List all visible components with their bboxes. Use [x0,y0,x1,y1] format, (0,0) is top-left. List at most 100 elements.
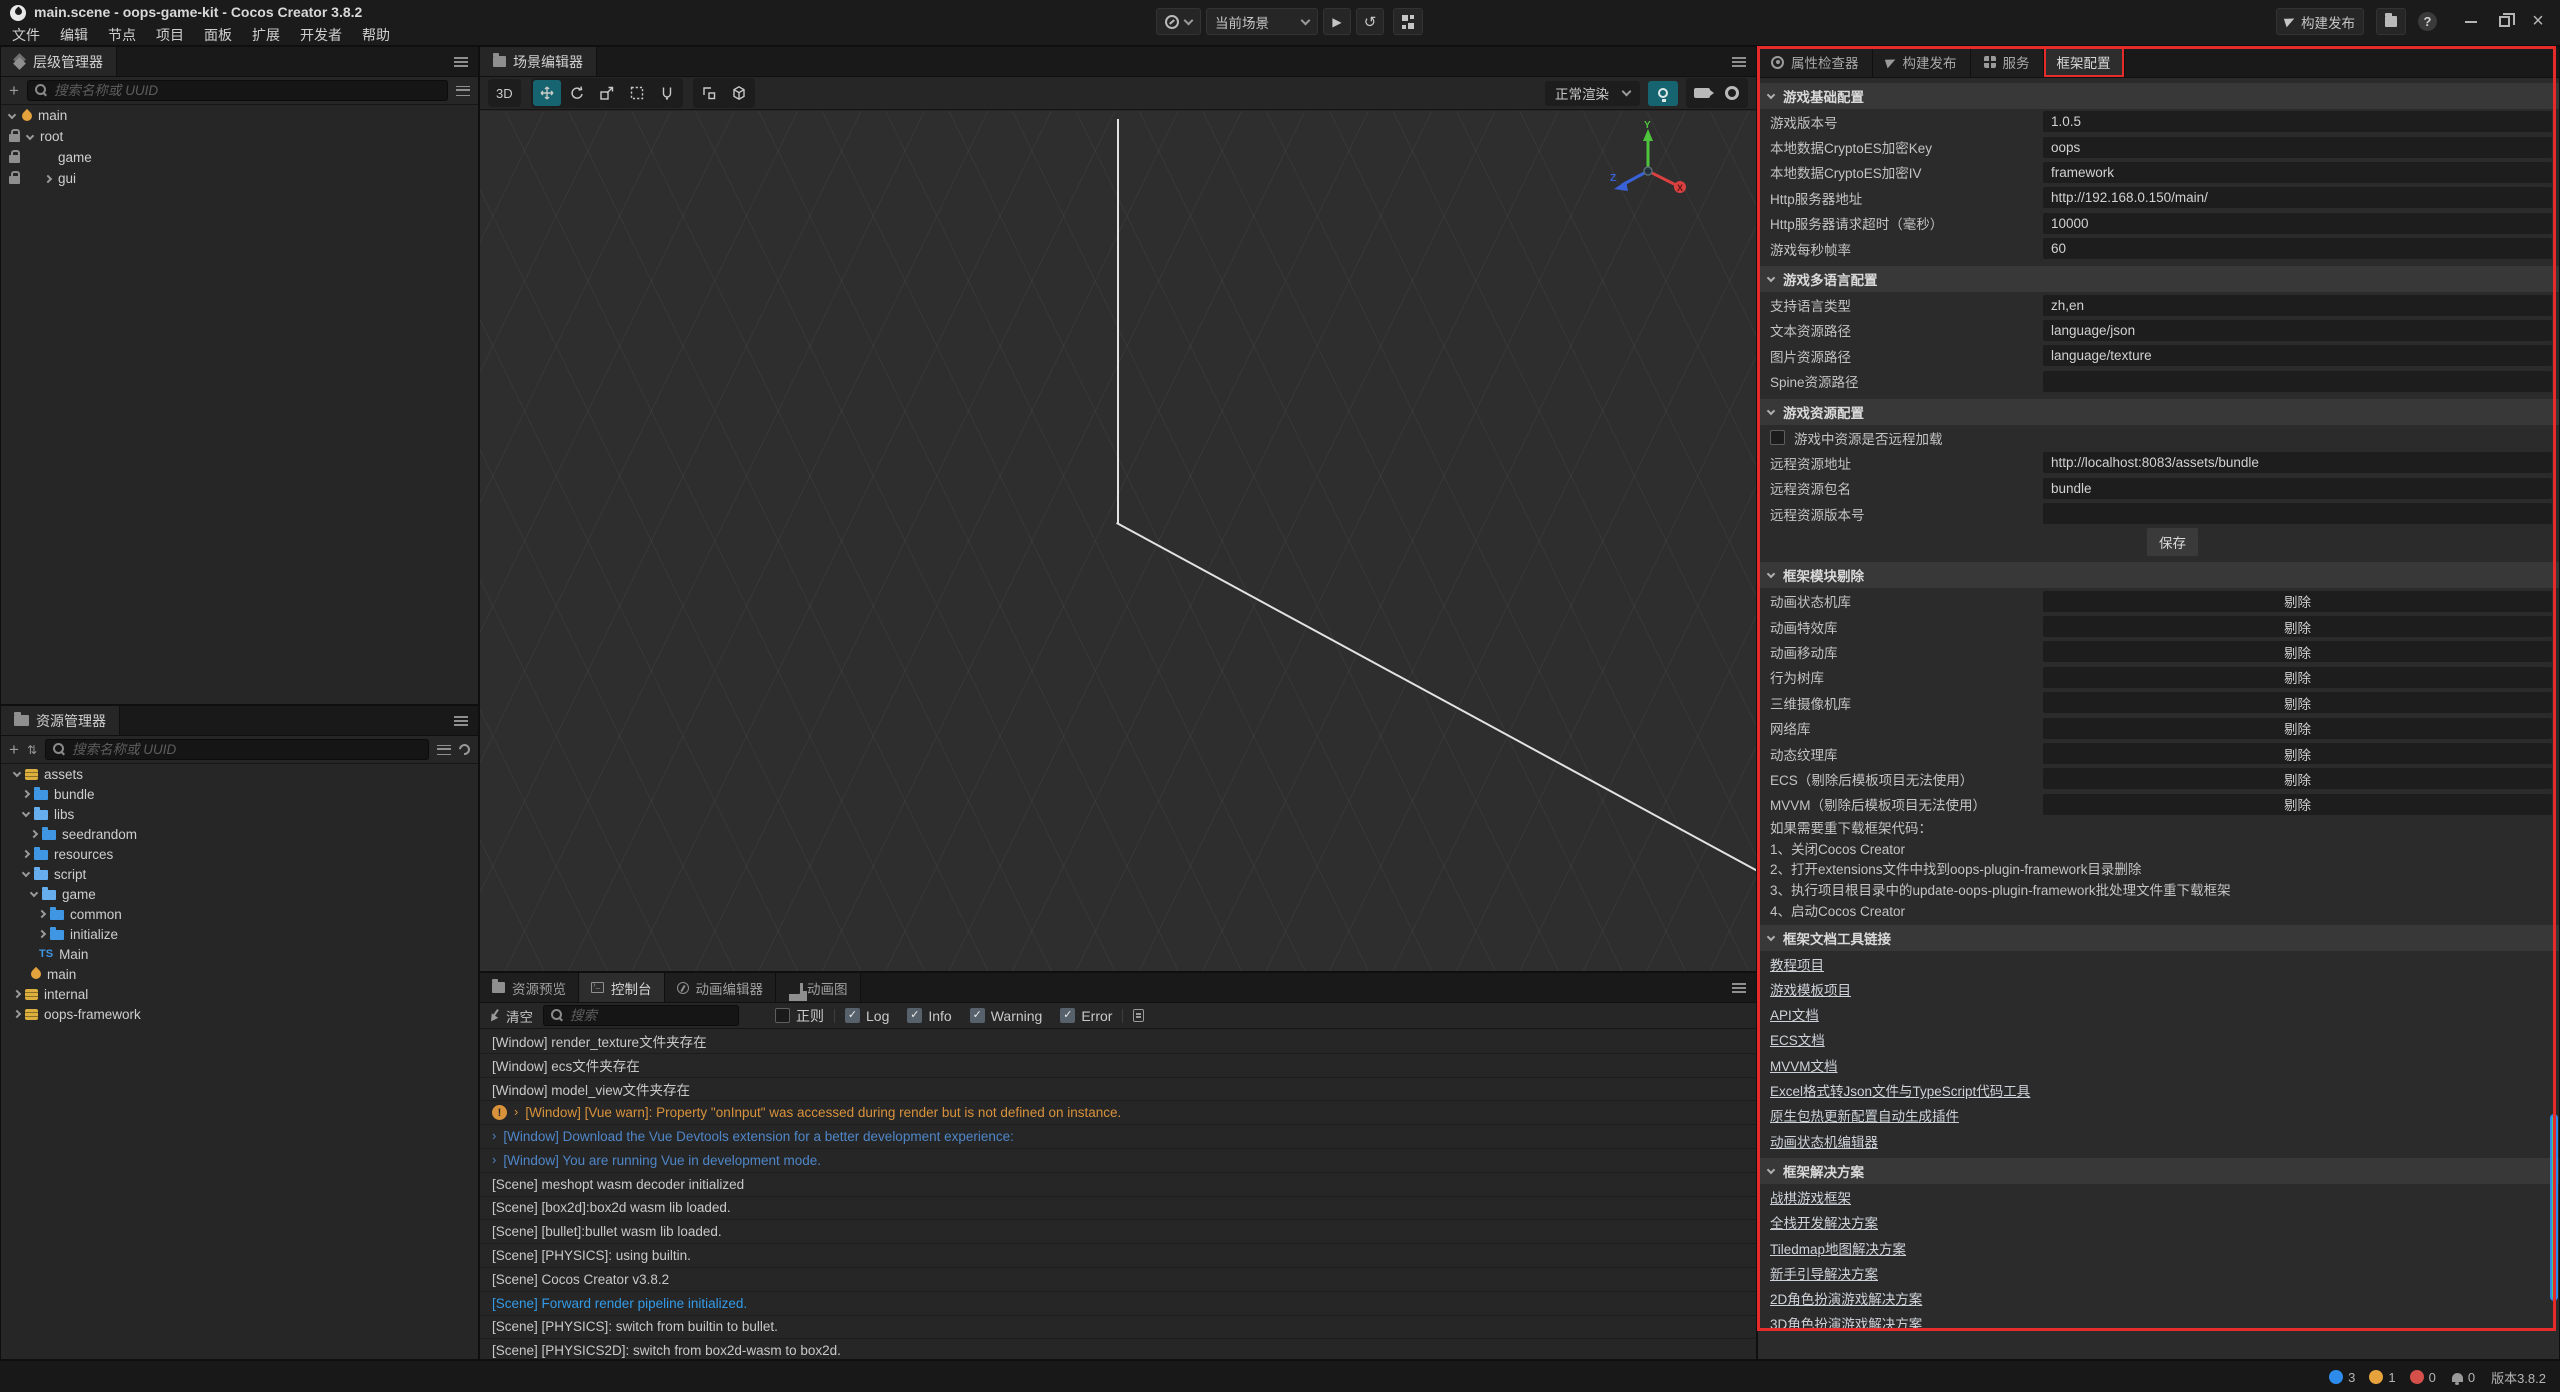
field-input[interactable] [2043,295,2552,316]
solution-link[interactable]: 战棋游戏框架 [1770,1187,1851,1207]
filter-checkbox[interactable]: ✓ Warning [970,1008,1043,1024]
doc-link[interactable]: 动画状态机编辑器 [1770,1131,1878,1151]
log-row[interactable]: ! › [Scene] Forward render pipeline init… [480,1292,1756,1316]
log-row[interactable]: ! › [Scene] [bullet]:bullet wasm lib loa… [480,1220,1756,1244]
tree-item[interactable]: root [1,126,478,147]
log-counter[interactable]: 1 [2369,1370,2395,1385]
filter-icon[interactable] [437,745,451,755]
field-input[interactable] [2043,213,2552,234]
field-input[interactable] [2043,503,2552,524]
notification-counter[interactable]: 0 [2452,1370,2475,1385]
menu-item[interactable]: 帮助 [352,25,400,45]
build-publish-button[interactable]: 构建发布 [2276,8,2364,35]
save-button[interactable]: 保存 [2146,527,2199,557]
panel-menu-icon[interactable] [1732,983,1746,993]
chevron-icon[interactable] [8,110,16,118]
log-row[interactable]: ! › [Window] Download the Vue Devtools e… [480,1125,1756,1149]
close-button[interactable]: × [2528,10,2548,33]
menu-item[interactable]: 开发者 [290,25,352,45]
log-row[interactable]: ! › [Scene] [PHYSICS2D]: switch from box… [480,1339,1756,1359]
tree-item[interactable]: main [1,964,478,984]
tree-item[interactable]: assets [1,764,478,784]
tab-console[interactable]: 控制台 [579,973,665,1002]
chevron-icon[interactable] [13,769,21,777]
assets-search[interactable] [45,739,429,760]
scene-select[interactable]: 当前场景 [1206,8,1318,35]
tree-item[interactable]: script [1,864,478,884]
tab-asset-preview[interactable]: 资源预览 [480,973,579,1002]
clear-console-button[interactable]: 清空 [488,1006,533,1026]
log-row[interactable]: ! › [Scene] [PHYSICS]: using builtin. [480,1244,1756,1268]
open-project-folder-button[interactable] [2376,8,2406,35]
ui-transform-tool-button[interactable] [653,80,681,106]
tree-item[interactable]: game [1,884,478,904]
chevron-icon[interactable] [30,830,38,838]
field-input[interactable] [2043,111,2552,132]
log-row[interactable]: ! › [Window] ecs文件夹存在 [480,1054,1756,1078]
tree-item[interactable]: oops-framework [1,1004,478,1024]
panel-menu-icon[interactable] [454,716,468,726]
log-counter[interactable]: 3 [2329,1370,2355,1385]
field-input[interactable] [2043,320,2552,341]
mode-3d-button[interactable]: 3D [488,79,521,107]
log-row[interactable]: ! › [Window] [Vue warn]: Property "onInp… [480,1101,1756,1125]
log-row[interactable]: ! › [Window] You are running Vue in deve… [480,1149,1756,1173]
filter-checkbox[interactable]: ✓ Error [1060,1008,1112,1024]
chevron-icon[interactable] [22,790,30,798]
tab-build-publish[interactable]: 构建发布 [1873,47,1971,77]
minimize-button[interactable] [2465,21,2477,23]
chevron-icon[interactable] [13,1010,21,1018]
tree-item[interactable]: main [1,105,478,126]
tree-item[interactable]: initialize [1,924,478,944]
add-node-button[interactable]: + [9,82,19,99]
field-input[interactable] [2043,137,2552,158]
log-row[interactable]: ! › [Scene] [box2d]:box2d wasm lib loade… [480,1197,1756,1221]
module-remove-button[interactable]: 剔除 [2043,641,2552,662]
section-solutions[interactable]: 框架解决方案 [1758,1158,2559,1184]
menu-item[interactable]: 文件 [2,25,50,45]
chevron-icon[interactable] [22,809,30,817]
log-row[interactable]: ! › [Scene] [PHYSICS]: switch from built… [480,1316,1756,1340]
chevron-icon[interactable] [22,850,30,858]
module-remove-button[interactable]: 剔除 [2043,616,2552,637]
axis-gizmo[interactable]: Y X Z [1600,119,1696,215]
console-search-input[interactable] [570,1008,731,1023]
module-remove-button[interactable]: 剔除 [2043,768,2552,789]
module-remove-button[interactable]: 剔除 [2043,718,2552,739]
rotate-tool-button[interactable] [563,80,591,106]
restore-button[interactable] [2499,16,2510,27]
module-remove-button[interactable]: 剔除 [2043,794,2552,815]
tab-framework-config[interactable]: 框架配置 [2044,47,2125,77]
preview-target-button[interactable] [1156,8,1201,35]
doc-link[interactable]: API文档 [1770,1004,1819,1024]
tab-animation-graph[interactable]: 动画图 [776,973,861,1002]
move-tool-button[interactable] [533,80,561,106]
section-i18n-config[interactable]: 游戏多语言配置 [1758,266,2559,292]
tree-item[interactable]: gui [1,168,478,189]
tree-item[interactable]: internal [1,984,478,1004]
section-doc-links[interactable]: 框架文档工具链接 [1758,925,2559,951]
chevron-icon[interactable] [22,869,30,877]
log-row[interactable]: ! › [Scene] Cocos Creator v3.8.2 [480,1268,1756,1292]
render-mode-select[interactable]: 正常渲染 [1545,81,1640,106]
regex-checkbox[interactable]: 正则 [775,1006,824,1026]
solution-link[interactable]: 全栈开发解决方案 [1770,1212,1878,1232]
assets-search-input[interactable] [72,742,421,757]
section-basic-config[interactable]: 游戏基础配置 [1758,83,2559,109]
filter-icon[interactable] [456,86,470,96]
tab-inspector[interactable]: 属性检查器 [1758,47,1873,77]
field-input[interactable] [2043,452,2552,473]
module-remove-button[interactable]: 剔除 [2043,667,2552,688]
section-resource-config[interactable]: 游戏资源配置 [1758,399,2559,425]
remote-load-checkbox[interactable] [1770,430,1785,445]
field-input[interactable] [2043,371,2552,392]
menu-item[interactable]: 编辑 [50,25,98,45]
scale-tool-button[interactable] [593,80,621,106]
tree-item[interactable]: game [1,147,478,168]
menu-item[interactable]: 扩展 [242,25,290,45]
menu-item[interactable]: 节点 [98,25,146,45]
tree-item[interactable]: libs [1,804,478,824]
log-file-icon[interactable] [1133,1009,1144,1022]
solution-link[interactable]: 3D角色扮演游戏解决方案 [1770,1313,1922,1333]
log-row[interactable]: ! › [Scene] meshopt wasm decoder initial… [480,1173,1756,1197]
